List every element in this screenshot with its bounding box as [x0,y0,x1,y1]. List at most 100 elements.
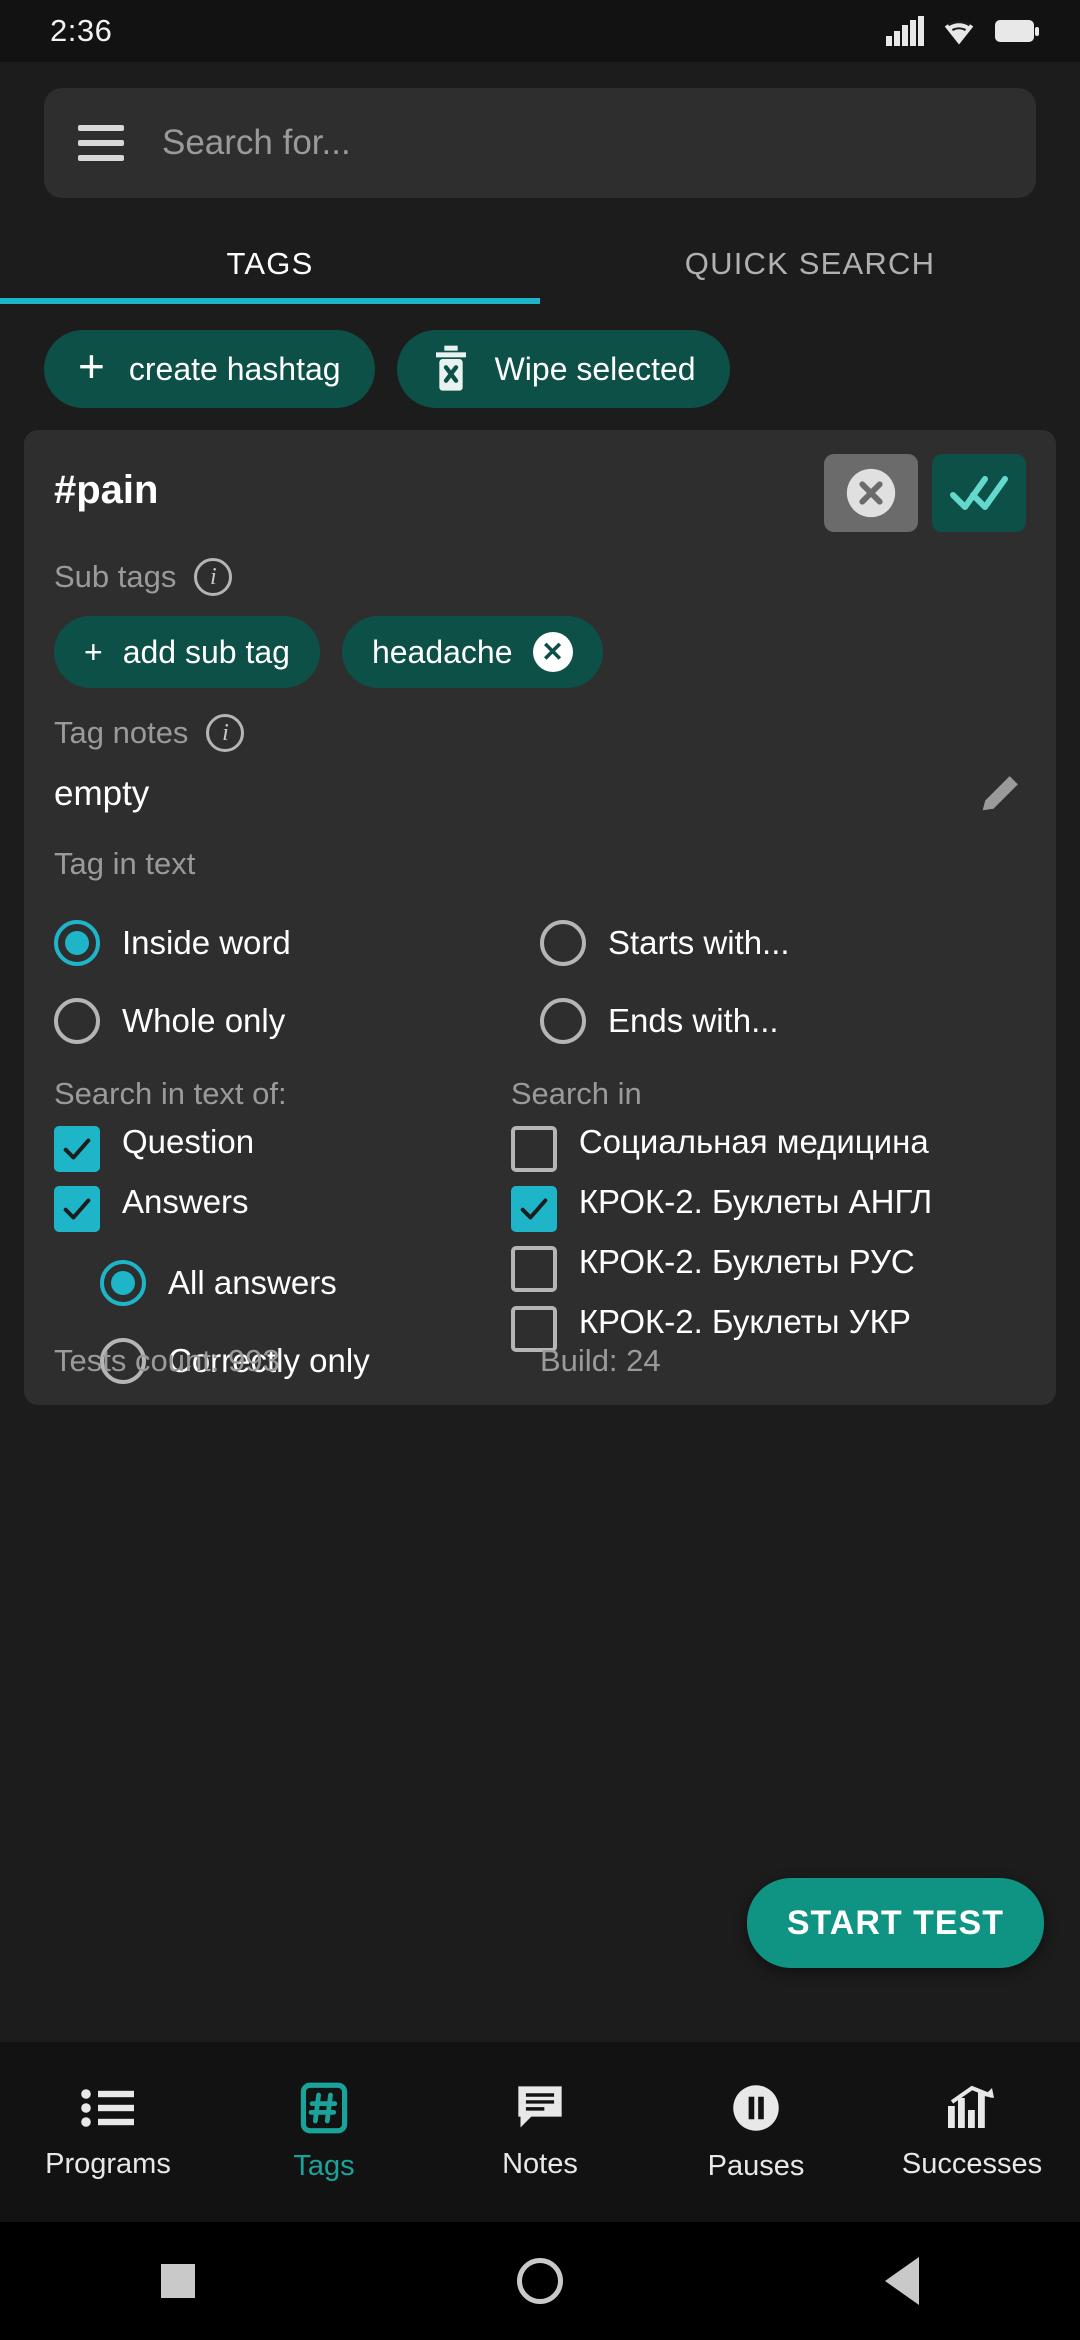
battery-icon [995,20,1039,42]
search-in-label: Search in [510,1076,642,1111]
checkbox-answers[interactable]: Answers [54,1183,511,1232]
radio-starts-with[interactable]: Starts with... [540,904,1026,982]
radio-label: All answers [168,1264,337,1301]
checkbox-label: КРОК-2. Буклеты УКР [578,1303,911,1340]
wipe-selected-button[interactable]: Wipe selected [396,330,730,408]
search-bar[interactable]: Search for... [44,88,1036,198]
hashtag-icon [300,2082,348,2133]
add-sub-tag-button[interactable]: + add sub tag [54,616,320,688]
tests-count: Tests count: 993 [54,1343,280,1378]
tag-card-header-buttons [824,454,1026,532]
nav-label: Successes [901,2147,1043,2180]
tag-notes-value: empty [54,774,150,813]
recents-square-icon[interactable] [161,2264,195,2298]
radio-all-answers[interactable]: All answers [54,1244,511,1322]
radio-whole-only[interactable]: Whole only [54,982,540,1060]
checkbox-indicator [54,1186,100,1232]
sub-tag-chip[interactable]: headache ✕ [341,616,603,688]
radio-indicator [100,1260,146,1306]
radio-indicator [54,998,100,1044]
radio-inside-word[interactable]: Inside word [54,904,540,982]
checkbox-social-medicine[interactable]: Социальная медицина [510,1123,1026,1172]
search-section: Search for... [0,62,1080,198]
checkbox-krok2-rus[interactable]: КРОК-2. Буклеты РУС [510,1243,1026,1292]
circle-x-icon [846,468,896,518]
tag-in-text-label: Tag in text [54,846,196,881]
radio-indicator [540,920,586,966]
home-circle-icon[interactable] [517,2258,563,2304]
status-icons [886,16,1040,46]
nav-label: Programs [45,2147,171,2180]
tab-quick-search[interactable]: QUICK SEARCH [540,230,1080,304]
checkbox-label: КРОК-2. Буклеты РУС [578,1243,915,1280]
start-test-button[interactable]: START TEST [746,1878,1044,1968]
nav-item-programs[interactable]: Programs [0,2084,216,2181]
plus-icon: + [78,340,105,392]
wipe-selected-label: Wipe selected [494,350,696,387]
close-tag-button[interactable] [824,454,918,532]
double-check-icon [950,476,1008,510]
status-time: 2:36 [50,13,113,48]
sub-tag-label: headache [371,633,513,670]
tag-title: #pain [54,468,159,512]
remove-sub-tag-icon[interactable]: ✕ [532,632,573,672]
create-hashtag-button[interactable]: + create hashtag [44,330,375,408]
bottom-navigation: Programs Tags Notes Pauses Successes [0,2042,1080,2222]
add-sub-tag-label: add sub tag [122,633,290,670]
checkbox-indicator [510,1186,557,1232]
info-icon[interactable]: i [206,714,245,752]
tag-actions: + create hashtag Wipe selected [0,304,1080,408]
nav-item-successes[interactable]: Successes [864,2084,1080,2181]
checkbox-indicator [510,1246,557,1292]
sub-tags-section-label: Sub tags i [54,558,1026,596]
checkbox-label: Социальная медицина [578,1123,929,1160]
tag-card-footer: Tests count: 993 Build: 24 [54,1343,1026,1379]
checkbox-indicator [54,1126,100,1172]
checkbox-question[interactable]: Question [54,1123,511,1172]
checkbox-label: Answers [122,1183,249,1220]
radio-indicator [54,920,100,966]
tag-card: #pain Sub tags i + add sub tag headache … [24,430,1056,1405]
nav-label: Notes [502,2147,578,2180]
back-triangle-icon[interactable] [885,2257,919,2305]
pencil-edit-icon[interactable] [974,768,1026,820]
radio-ends-with[interactable]: Ends with... [540,982,1026,1060]
build-version: Build: 24 [540,1343,661,1378]
plus-icon: + [84,633,103,670]
trash-delete-icon [435,345,466,391]
tab-tags[interactable]: TAGS [0,230,540,304]
system-navigation-bar [0,2222,1080,2340]
tag-notes-label: Tag notes [54,715,189,750]
search-in-text-of-label: Search in text of: [54,1076,287,1111]
radio-label: Inside word [122,924,291,961]
checkbox-label: КРОК-2. Буклеты АНГЛ [578,1183,933,1220]
wifi-icon [944,21,974,45]
signal-icon [886,16,924,46]
nav-item-notes[interactable]: Notes [432,2084,648,2181]
sub-tags-row: + add sub tag headache ✕ [54,616,1026,688]
nav-item-pauses[interactable]: Pauses [648,2082,864,2183]
sub-tags-label: Sub tags [54,559,177,594]
tab-bar: TAGS QUICK SEARCH [0,230,1080,304]
tag-notes-row: empty [54,768,1026,820]
radio-label: Ends with... [608,1002,779,1039]
tag-card-header: #pain [54,454,1026,532]
info-icon[interactable]: i [194,558,233,596]
hamburger-menu-icon[interactable] [78,125,124,161]
radio-incorrect-only[interactable]: Incorrect only [54,1400,511,1405]
tag-in-text-radio-group: Inside word Starts with... Whole only En… [54,904,1026,1060]
list-icon [81,2088,134,2127]
confirm-tag-button[interactable] [932,454,1026,532]
tab-active-indicator [0,298,540,304]
nav-label: Tags [293,2149,355,2182]
nav-item-tags[interactable]: Tags [216,2082,432,2183]
tag-notes-section-label: Tag notes i [54,714,1026,752]
checkbox-krok2-eng[interactable]: КРОК-2. Буклеты АНГЛ [510,1183,1026,1232]
nav-label: Pauses [707,2149,805,2182]
checkbox-label: Question [122,1123,255,1160]
pause-circle-icon [733,2084,779,2131]
create-hashtag-label: create hashtag [128,350,341,387]
radio-label: Whole only [122,1002,286,1039]
search-input[interactable]: Search for... [162,123,351,163]
checkbox-indicator [510,1126,557,1172]
